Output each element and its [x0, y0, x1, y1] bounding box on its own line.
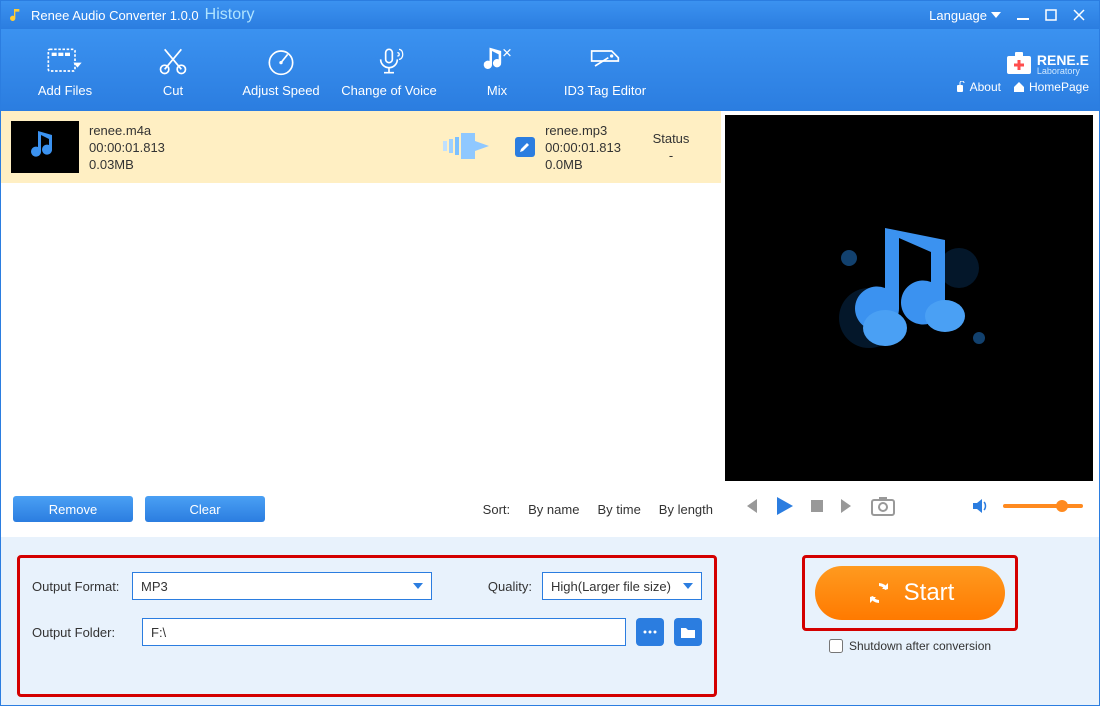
shutdown-label: Shutdown after conversion [849, 639, 991, 653]
language-dropdown[interactable]: Language [929, 8, 1001, 23]
volume-slider[interactable] [1003, 504, 1083, 508]
quality-select[interactable]: High(Larger file size) [542, 572, 702, 600]
add-files-label: Add Files [38, 83, 92, 98]
minimize-button[interactable] [1009, 5, 1037, 25]
change-voice-button[interactable]: Change of Voice [335, 31, 443, 109]
status-value: - [631, 148, 711, 163]
app-logo-icon [7, 6, 25, 24]
change-voice-label: Change of Voice [341, 83, 436, 98]
refresh-icon [866, 580, 892, 606]
maximize-button[interactable] [1037, 5, 1065, 25]
output-settings: Output Format: MP3 Quality: High(Larger … [1, 537, 1099, 705]
homepage-link[interactable]: HomePage [1013, 80, 1089, 94]
file-row[interactable]: renee.m4a 00:00:01.813 0.03MB renee.mp3 … [1, 111, 721, 183]
sort-label: Sort: [483, 502, 510, 517]
brand-sub: Laboratory [1037, 67, 1089, 76]
start-highlight: Start [802, 555, 1018, 631]
source-info: renee.m4a 00:00:01.813 0.03MB [89, 123, 165, 172]
adjust-speed-label: Adjust Speed [242, 83, 319, 98]
output-folder-value: F:\ [151, 625, 166, 640]
chevron-down-icon [683, 583, 693, 589]
output-folder-input[interactable]: F:\ [142, 618, 626, 646]
adjust-speed-button[interactable]: Adjust Speed [227, 31, 335, 109]
output-format-value: MP3 [141, 579, 168, 594]
remove-button[interactable]: Remove [13, 496, 133, 522]
quality-label: Quality: [442, 579, 532, 594]
status-col: Status - [631, 131, 711, 163]
add-files-button[interactable]: Add Files [11, 31, 119, 109]
source-filename: renee.m4a [89, 123, 165, 138]
browse-button[interactable] [636, 618, 664, 646]
file-thumbnail [11, 121, 79, 173]
dest-size: 0.0MB [545, 157, 621, 172]
next-button[interactable] [839, 497, 857, 515]
workarea: renee.m4a 00:00:01.813 0.03MB renee.mp3 … [1, 111, 1099, 481]
edit-icon[interactable] [515, 137, 535, 157]
shutdown-checkbox[interactable]: Shutdown after conversion [829, 639, 991, 653]
brand-name: RENE.E [1037, 53, 1089, 67]
mix-label: Mix [487, 83, 507, 98]
mix-button[interactable]: Mix [443, 31, 551, 109]
history-link[interactable]: History [205, 6, 255, 24]
language-label: Language [929, 8, 987, 23]
source-duration: 00:00:01.813 [89, 140, 165, 155]
sort-by-name[interactable]: By name [528, 502, 579, 517]
dest-duration: 00:00:01.813 [545, 140, 621, 155]
snapshot-button[interactable] [871, 496, 895, 516]
sort-by-length[interactable]: By length [659, 502, 713, 517]
stop-button[interactable] [809, 498, 825, 514]
dest-info: renee.mp3 00:00:01.813 0.0MB [545, 123, 621, 172]
shutdown-checkbox-input[interactable] [829, 639, 843, 653]
output-panel-highlight: Output Format: MP3 Quality: High(Larger … [17, 555, 717, 697]
file-list: renee.m4a 00:00:01.813 0.03MB renee.mp3 … [1, 111, 721, 481]
id3-label: ID3 Tag Editor [564, 83, 646, 98]
id3-editor-button[interactable]: ID3 Tag Editor [551, 31, 659, 109]
about-link[interactable]: About [954, 80, 1001, 94]
output-format-select[interactable]: MP3 [132, 572, 432, 600]
play-button[interactable] [773, 495, 795, 517]
output-folder-label: Output Folder: [32, 625, 132, 640]
close-button[interactable] [1065, 5, 1093, 25]
cut-button[interactable]: Cut [119, 31, 227, 109]
output-format-label: Output Format: [32, 579, 122, 594]
chevron-down-icon [991, 12, 1001, 18]
start-label: Start [904, 579, 955, 607]
start-button[interactable]: Start [815, 566, 1005, 620]
titlebar: Renee Audio Converter 1.0.0 History Lang… [1, 1, 1099, 29]
status-header: Status [631, 131, 711, 146]
cut-label: Cut [163, 83, 183, 98]
volume-icon[interactable] [971, 497, 989, 515]
quality-value: High(Larger file size) [551, 579, 671, 594]
app-title: Renee Audio Converter 1.0.0 [31, 8, 199, 23]
dest-filename: renee.mp3 [545, 123, 621, 138]
toolbar: Add Files Cut Adjust Speed Change of Voi… [1, 29, 1099, 111]
player-controls [725, 481, 1099, 531]
open-folder-button[interactable] [674, 618, 702, 646]
arrow-icon [441, 131, 495, 164]
clear-button[interactable]: Clear [145, 496, 265, 522]
sort-by-time[interactable]: By time [597, 502, 640, 517]
preview-panel [725, 115, 1093, 481]
prev-button[interactable] [741, 497, 759, 515]
list-actions-bar: Remove Clear Sort: By name By time By le… [1, 481, 725, 537]
source-size: 0.03MB [89, 157, 165, 172]
brand-logo: RENE.E Laboratory [1005, 50, 1089, 78]
chevron-down-icon [413, 583, 423, 589]
